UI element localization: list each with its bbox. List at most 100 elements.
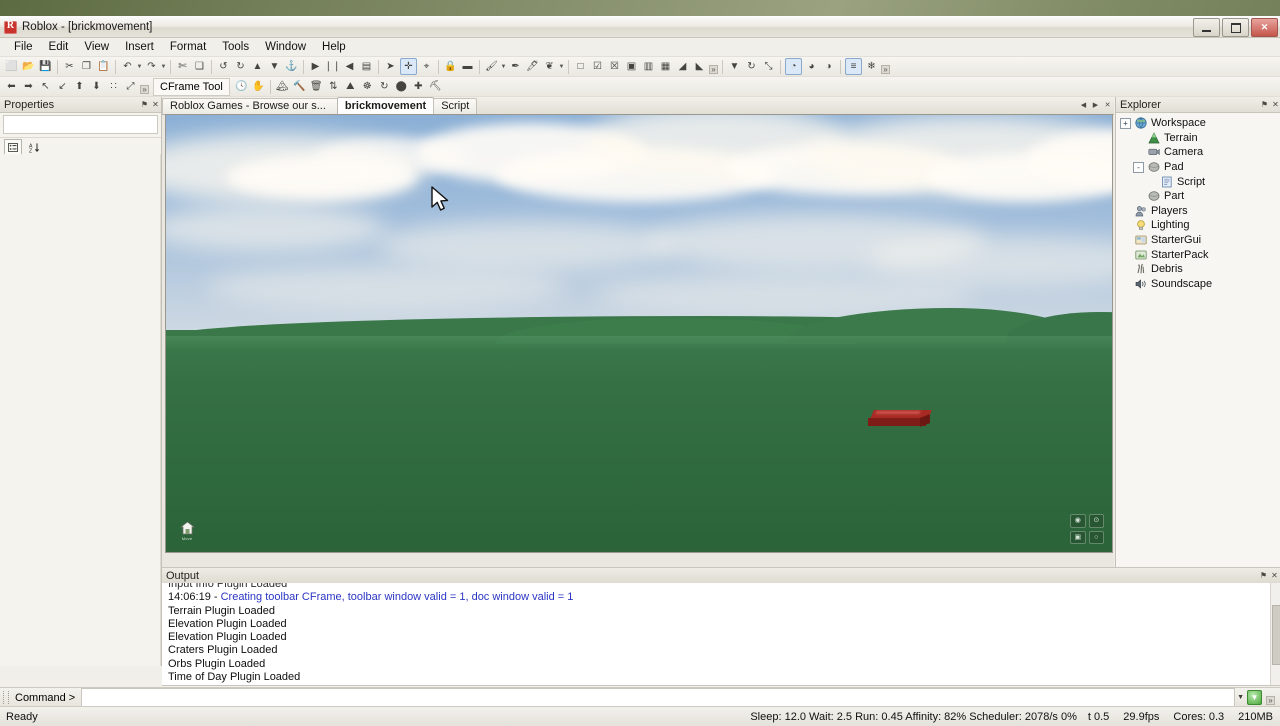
nav-button-topleft[interactable]: ◉ xyxy=(1070,514,1086,528)
tab-close-icon[interactable]: ✕ xyxy=(1103,99,1112,110)
properties-list[interactable] xyxy=(0,154,161,666)
trash-icon[interactable]: 🗑 xyxy=(309,79,324,94)
craters-icon[interactable]: ☸ xyxy=(360,79,375,94)
move-up-icon[interactable]: ▲ xyxy=(250,59,265,74)
new-file-icon[interactable]: ⬜ xyxy=(4,59,19,74)
studio-tool-2-icon[interactable]: ◕ xyxy=(804,59,819,74)
command-input[interactable] xyxy=(81,688,1236,707)
maximize-button[interactable] xyxy=(1222,18,1249,37)
copy-disabled-icon[interactable]: ❑ xyxy=(192,59,207,74)
pin-icon[interactable]: ⚑ xyxy=(1259,99,1270,110)
scale-tool-icon[interactable]: ⌖ xyxy=(419,59,434,74)
material-icon[interactable]: 🖌 xyxy=(484,59,499,74)
arrow-down-left-icon[interactable]: ↙ xyxy=(55,79,70,94)
menu-tools[interactable]: Tools xyxy=(214,39,257,55)
output-log[interactable]: Input Info Plugin Loaded 14:06:19 - Creat… xyxy=(162,583,1280,686)
cut-disabled-icon[interactable]: ✄ xyxy=(175,59,190,74)
pause-icon[interactable]: ❘❘ xyxy=(324,59,341,74)
plugin-icon[interactable]: ⛏ xyxy=(428,79,443,94)
explorer-node-starterpack[interactable]: StarterPack xyxy=(1120,247,1280,262)
close-icon[interactable]: ✕ xyxy=(150,99,161,110)
explorer-node-soundscape[interactable]: Soundscape xyxy=(1120,277,1280,292)
rotate-right-icon[interactable]: ↻ xyxy=(233,59,248,74)
move-tool-icon[interactable]: ✛ xyxy=(400,58,417,75)
viewport-home-widget[interactable]: Move xyxy=(178,521,196,542)
explorer-node-lighting[interactable]: Lighting xyxy=(1120,218,1280,233)
color-picker-icon[interactable]: ✒ xyxy=(508,59,523,74)
effects-icon[interactable]: ❄ xyxy=(864,59,879,74)
explorer-node-terrain[interactable]: Terrain xyxy=(1120,131,1280,146)
chevron-down-icon[interactable]: ▼ xyxy=(1237,694,1244,701)
close-button[interactable]: ✕ xyxy=(1251,18,1278,37)
tab-brickmovement[interactable]: brickmovement xyxy=(336,97,435,114)
wedge-yellow-icon[interactable]: ◣ xyxy=(692,59,707,74)
menu-file[interactable]: File xyxy=(6,39,41,55)
clock-icon[interactable]: 🕓 xyxy=(234,79,249,94)
cut-icon[interactable]: ✂ xyxy=(62,59,77,74)
add-icon[interactable]: ✚ xyxy=(411,79,426,94)
open-folder-icon[interactable]: 📂 xyxy=(21,59,36,74)
chevron-down-icon[interactable]: ▼ xyxy=(160,59,167,74)
pin-icon[interactable]: ⚑ xyxy=(139,99,150,110)
chevron-down-icon[interactable]: ▼ xyxy=(136,59,143,74)
smooth-icon[interactable]: ↻ xyxy=(377,79,392,94)
explorer-node-part[interactable]: Part xyxy=(1120,189,1280,204)
hammer-icon[interactable]: 🔨 xyxy=(292,79,307,94)
part-cross-icon[interactable]: ☒ xyxy=(607,59,622,74)
chevron-down-icon[interactable]: ▼ xyxy=(500,59,507,74)
red-brick-part[interactable] xyxy=(868,410,932,427)
explorer-node-pad[interactable]: - Pad xyxy=(1120,160,1280,175)
copy-icon[interactable]: ❐ xyxy=(79,59,94,74)
elevation-icon[interactable]: ⇅ xyxy=(326,79,341,94)
nav-button-bottomright[interactable]: ○ xyxy=(1088,530,1104,544)
anchor-icon[interactable]: ⚓ xyxy=(284,59,299,74)
menu-edit[interactable]: Edit xyxy=(41,39,77,55)
script-editor-icon[interactable]: ≡ xyxy=(845,58,862,75)
tab-script[interactable]: Script xyxy=(433,98,478,114)
toolbar-overflow-icon[interactable]: » xyxy=(139,79,150,94)
save-icon[interactable]: 💾 xyxy=(38,59,53,74)
resize-icon[interactable]: ⤡ xyxy=(761,59,776,74)
group-icon[interactable]: ❦ xyxy=(542,59,557,74)
redo-icon[interactable]: ↷ xyxy=(144,59,159,74)
wedge-icon[interactable]: ◢ xyxy=(675,59,690,74)
arrow-left-icon[interactable]: ⬅ xyxy=(4,79,19,94)
studio-tool-3-icon[interactable]: ◑ xyxy=(821,59,836,74)
expand-icon[interactable]: + xyxy=(1120,117,1131,129)
select-tool-icon[interactable]: ➤ xyxy=(383,59,398,74)
pin-icon[interactable]: ⚑ xyxy=(1258,570,1269,581)
3d-viewport[interactable]: Move ◉ ⊙ ▣ ○ xyxy=(165,114,1113,553)
paste-icon[interactable]: 📋 xyxy=(96,59,111,74)
tab-roblox-games[interactable]: Roblox Games - Browse our s... xyxy=(162,98,338,114)
tab-prev-icon[interactable]: ◀ xyxy=(1079,99,1088,110)
play-icon[interactable]: ▶ xyxy=(308,59,323,74)
menu-insert[interactable]: Insert xyxy=(117,39,162,55)
move-down-icon[interactable]: ▼ xyxy=(267,59,282,74)
explorer-node-script[interactable]: Script xyxy=(1120,174,1280,189)
viewport-nav-pad[interactable]: ◉ ⊙ ▣ ○ xyxy=(1070,514,1104,544)
command-overflow-icon[interactable]: » xyxy=(1265,690,1276,705)
toolbar-overflow-icon[interactable]: » xyxy=(880,59,891,74)
output-scrollbar[interactable] xyxy=(1270,583,1280,685)
close-icon[interactable]: ✕ xyxy=(1269,570,1280,581)
part-panel-icon[interactable]: ▦ xyxy=(658,59,673,74)
mountain-icon[interactable]: ⛰ xyxy=(343,79,358,94)
run-command-button[interactable]: ▼ xyxy=(1247,690,1262,705)
collapse-icon[interactable]: ⤢ xyxy=(123,79,138,94)
lock-icon[interactable]: 🔒 xyxy=(443,59,458,74)
tab-next-icon[interactable]: ▶ xyxy=(1091,99,1100,110)
explorer-node-startergui[interactable]: StarterGui xyxy=(1120,233,1280,248)
arrow-up-icon[interactable]: ⬆ xyxy=(72,79,87,94)
output-scroll-thumb[interactable] xyxy=(1272,605,1280,665)
rotate-icon[interactable]: ↻ xyxy=(744,59,759,74)
toolbar-overflow-icon[interactable]: » xyxy=(708,59,719,74)
menu-help[interactable]: Help xyxy=(314,39,354,55)
part-filled-icon[interactable]: ▣ xyxy=(624,59,639,74)
grid-snap-icon[interactable]: ∷ xyxy=(106,79,121,94)
rotate-left-icon[interactable]: ↺ xyxy=(216,59,231,74)
run-options-icon[interactable]: ▤ xyxy=(359,59,374,74)
hand-icon[interactable]: ✋ xyxy=(251,79,266,94)
nav-button-topright[interactable]: ⊙ xyxy=(1088,514,1104,528)
part-layers-icon[interactable]: ▥ xyxy=(641,59,656,74)
eyedropper-icon[interactable]: 🖊 xyxy=(525,59,540,74)
